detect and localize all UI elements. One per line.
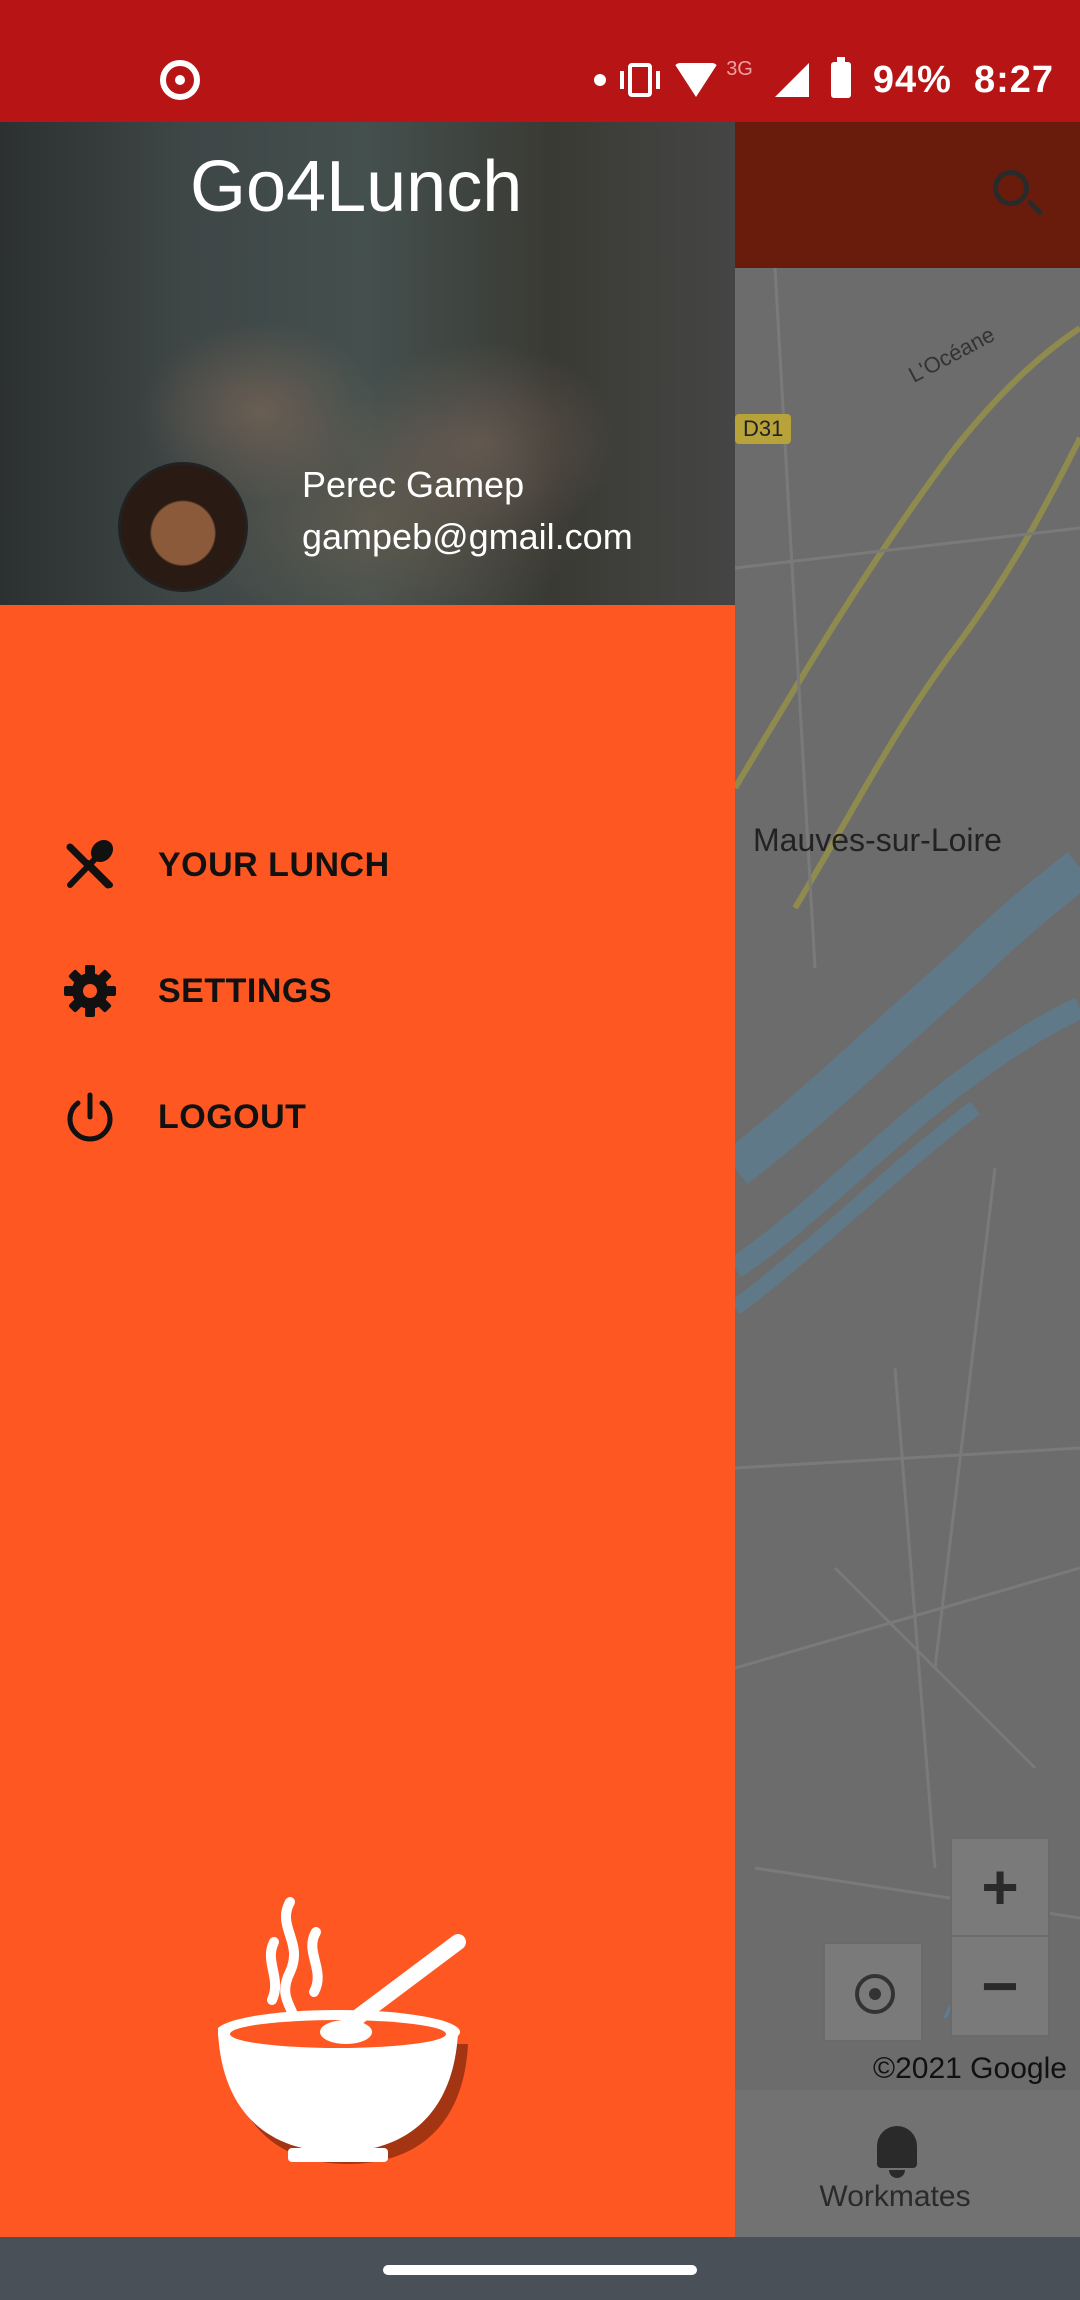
bowl-logo-icon xyxy=(218,1897,468,2164)
battery-percent: 94% xyxy=(872,58,952,101)
my-location-button[interactable] xyxy=(823,1942,923,2042)
power-icon xyxy=(67,1092,113,1142)
bottom-nav: Workmates xyxy=(735,2090,1080,2237)
workmates-label: Workmates xyxy=(819,2180,971,2213)
map-copyright: ©2021 Google xyxy=(873,2052,1067,2085)
wifi-icon xyxy=(674,63,719,97)
bottom-nav-workmates[interactable]: Workmates xyxy=(735,2090,1080,2237)
avatar xyxy=(118,462,248,592)
menu-label-your-lunch: YOUR LUNCH xyxy=(158,845,390,884)
menu-label-logout: LOGOUT xyxy=(158,1097,307,1136)
road-badge: D31 xyxy=(735,414,792,444)
zoom-controls: + − xyxy=(950,1837,1050,2037)
drawer-header: Go4Lunch Perec Gamep gampeb@gmail.com xyxy=(0,122,735,605)
menu-item-settings[interactable]: SETTINGS xyxy=(0,928,735,1054)
zoom-in-button[interactable]: + xyxy=(952,1839,1048,1937)
menu-label-settings: SETTINGS xyxy=(158,971,333,1010)
home-gesture-handle[interactable] xyxy=(383,2265,697,2275)
network-type: 3G xyxy=(726,57,753,80)
app-notification-icon xyxy=(160,60,200,100)
status-bar: 3G 94% 8:27 xyxy=(0,0,1080,122)
top-app-bar xyxy=(735,122,1080,268)
place-label: Mauves-sur-Loire xyxy=(753,822,1002,858)
user-name: Perec Gamep xyxy=(302,464,525,505)
zoom-out-button[interactable]: − xyxy=(952,1937,1048,2035)
clock: 8:27 xyxy=(973,58,1054,101)
crosshair-icon xyxy=(855,1974,895,2014)
drawer-menu: YOUR LUNCH SETTINGS LOGOUT xyxy=(0,802,735,1180)
menu-item-logout[interactable]: LOGOUT xyxy=(0,1054,735,1180)
gear-icon xyxy=(64,965,116,1017)
fork-spoon-icon xyxy=(66,839,114,889)
app-title: Go4Lunch xyxy=(190,147,523,227)
signal-icon xyxy=(774,63,809,97)
map-view[interactable] xyxy=(735,268,1080,2090)
user-email: gampeb@gmail.com xyxy=(302,516,633,557)
search-icon[interactable] xyxy=(993,170,1029,206)
status-icons: 3G 94% 8:27 xyxy=(594,52,1054,108)
system-nav-bar xyxy=(0,2237,1080,2300)
battery-icon xyxy=(830,57,851,98)
menu-item-your-lunch[interactable]: YOUR LUNCH xyxy=(0,802,735,928)
map-screen: L'Océane D31 Mauves-sur-Loire + − ©2021 … xyxy=(735,122,1080,2237)
navigation-drawer: Go4Lunch Perec Gamep gampeb@gmail.com YO… xyxy=(0,122,735,2237)
dot-icon xyxy=(594,74,607,86)
vibrate-icon xyxy=(620,63,661,97)
bell-icon xyxy=(877,2126,917,2178)
